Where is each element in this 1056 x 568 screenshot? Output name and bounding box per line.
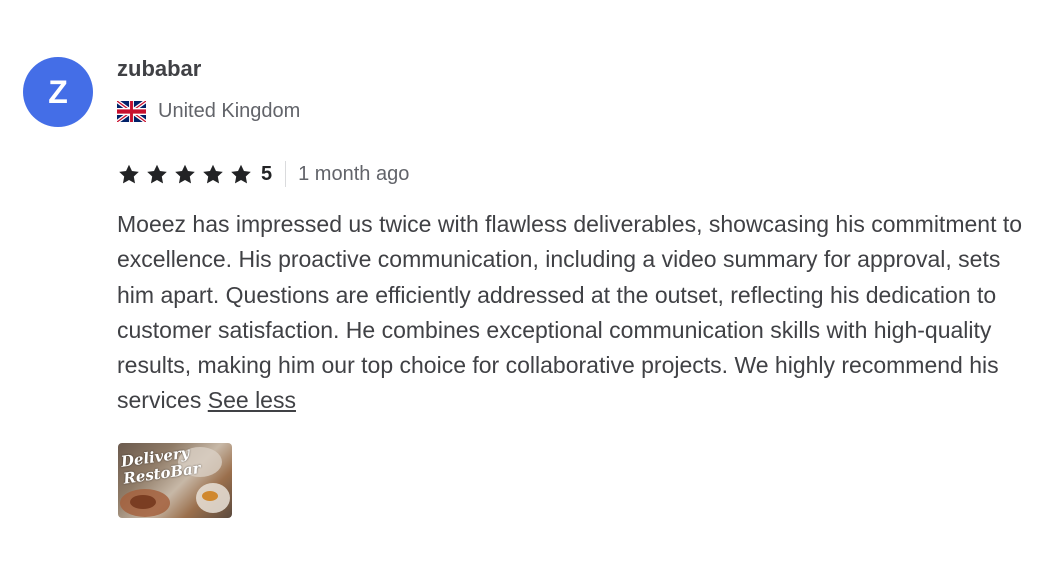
thumbnail-logo: Delivery RestoBar bbox=[119, 443, 202, 488]
review-time: 1 month ago bbox=[298, 162, 410, 185]
star-icon bbox=[203, 164, 223, 183]
star-rating bbox=[117, 163, 253, 186]
see-less-link[interactable]: See less bbox=[208, 387, 296, 413]
attachment-thumbnail[interactable]: Delivery RestoBar bbox=[118, 443, 232, 518]
star-icon bbox=[231, 164, 251, 183]
avatar[interactable]: Z bbox=[23, 57, 93, 127]
reviewer-username: zubabar bbox=[117, 56, 202, 81]
review-text: Moeez has impressed us twice with flawle… bbox=[117, 207, 1037, 419]
star-icon bbox=[119, 164, 139, 183]
star-icon bbox=[175, 164, 195, 183]
thumbnail-food bbox=[202, 491, 218, 501]
country-name: United Kingdom bbox=[158, 100, 301, 122]
divider bbox=[285, 161, 287, 187]
uk-flag-icon bbox=[117, 101, 146, 122]
thumbnail-food bbox=[130, 495, 156, 509]
rating-score: 5 bbox=[261, 162, 273, 185]
star-icon bbox=[147, 164, 167, 183]
rating-row: 5 1 month ago bbox=[117, 160, 409, 188]
reviewer-country: United Kingdom bbox=[117, 100, 300, 123]
review-body: Moeez has impressed us twice with flawle… bbox=[117, 211, 1023, 414]
